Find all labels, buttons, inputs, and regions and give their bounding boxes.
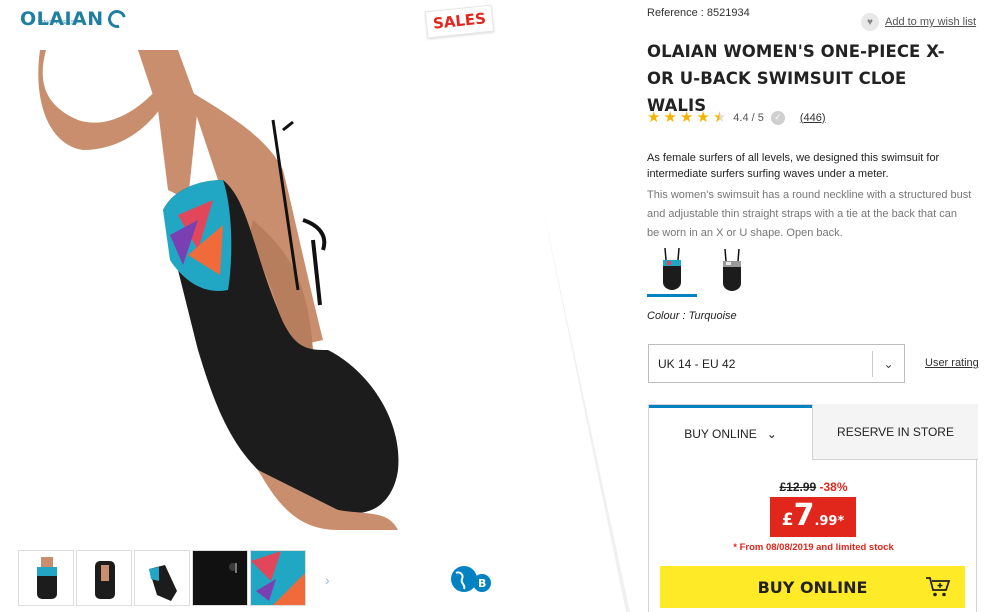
colour-swatches — [647, 243, 757, 297]
thumbnail-side[interactable] — [134, 550, 190, 606]
tab-reserve-label: RESERVE IN STORE — [837, 424, 954, 439]
size-select[interactable]: UK 14 - EU 42 ⌄ — [648, 344, 905, 383]
thumbnail-detail-fabric[interactable] — [192, 550, 248, 606]
thumbnail-image — [149, 565, 177, 601]
star-icon: ★ — [663, 109, 677, 126]
star-icon: ★ — [696, 109, 710, 126]
chevron-down-icon: ⌄ — [766, 427, 777, 441]
swatch-print[interactable] — [707, 243, 757, 297]
brand-logo[interactable]: OLAIAN — [20, 6, 129, 32]
buy-online-label: BUY ONLINE — [757, 577, 868, 597]
cart-icon — [926, 577, 951, 597]
thumbnail-back[interactable] — [76, 550, 132, 606]
chevron-right-icon[interactable]: › — [325, 572, 330, 588]
thumbnail-image — [229, 563, 237, 573]
tab-reserve-in-store[interactable]: RESERVE IN STORE — [812, 404, 978, 460]
chevron-down-icon: ⌄ — [872, 351, 904, 377]
user-rating-link[interactable]: User rating — [925, 357, 979, 369]
thumbnail-strip — [18, 550, 306, 606]
brand-tagline: WAVE IT EASY — [38, 20, 79, 26]
current-price: £ 7 .99* — [770, 497, 856, 537]
discount-percent: -38% — [819, 480, 848, 494]
swimsuit-turquoise-image — [663, 247, 681, 290]
product-reference: Reference : 8521934 — [647, 7, 750, 19]
thumbnail-image — [251, 551, 305, 605]
colour-label: Colour : Turquoise — [647, 310, 737, 322]
product-summary: As female surfers of all levels, we desi… — [647, 152, 940, 180]
price-decimal: .99* — [814, 514, 845, 529]
thumbnail-detail-print[interactable] — [250, 550, 306, 606]
price-currency: £ — [781, 510, 794, 530]
review-count-link[interactable]: (446) — [800, 112, 826, 124]
svg-text:B: B — [478, 577, 486, 590]
stock-note: * From 08/08/2019 and limited stock — [733, 542, 894, 553]
product-main-image[interactable] — [38, 50, 475, 530]
old-price: £12.99 — [779, 480, 817, 494]
purchase-box: BUY ONLINE ⌄ RESERVE IN STORE £12.99 -38… — [648, 404, 978, 612]
thumbnail-image — [95, 561, 115, 599]
thumbnail-front[interactable] — [18, 550, 74, 606]
swatch-turquoise[interactable] — [647, 243, 697, 297]
brand-name: OLAIAN — [20, 8, 104, 30]
wishlist-link[interactable]: ♥ Add to my wish list — [861, 13, 976, 31]
product-page: OLAIAN WAVE IT EASY SALES › B Reference … — [0, 0, 986, 612]
star-icon: ★ — [679, 109, 694, 126]
thumbnail-image — [37, 557, 57, 599]
price-integer: 7 — [793, 498, 815, 533]
half-star-icon: ★ — [712, 109, 727, 126]
wishlist-label: Add to my wish list — [885, 16, 977, 28]
wave-icon — [104, 6, 129, 32]
globe-badge-icon: B — [451, 566, 491, 592]
buy-online-button[interactable]: BUY ONLINE — [660, 566, 965, 608]
tab-buy-online-label: BUY ONLINE — [684, 427, 757, 441]
sales-label: SALES — [432, 9, 487, 33]
product-rating[interactable]: ★ ★ ★ ★ ★ 4.4 / 5 ✓ (446) — [647, 110, 826, 125]
product-title: OLAIAN WOMEN'S ONE-PIECE X- OR U-BACK SW… — [647, 42, 945, 115]
tab-buy-online[interactable]: BUY ONLINE ⌄ — [649, 405, 812, 460]
swimsuit-model-illustration — [38, 50, 399, 530]
check-icon: ✓ — [770, 110, 785, 125]
star-icon: ★ — [647, 109, 661, 126]
heart-icon: ♥ — [861, 13, 879, 31]
product-description: This women's swimsuit has a round neckli… — [647, 189, 972, 239]
previous-price-row: £12.99 -38% — [649, 480, 978, 494]
swimsuit-print-image — [723, 248, 741, 291]
rating-score: 4.4 / 5 — [733, 111, 764, 124]
size-value: UK 14 - EU 42 — [658, 356, 736, 371]
